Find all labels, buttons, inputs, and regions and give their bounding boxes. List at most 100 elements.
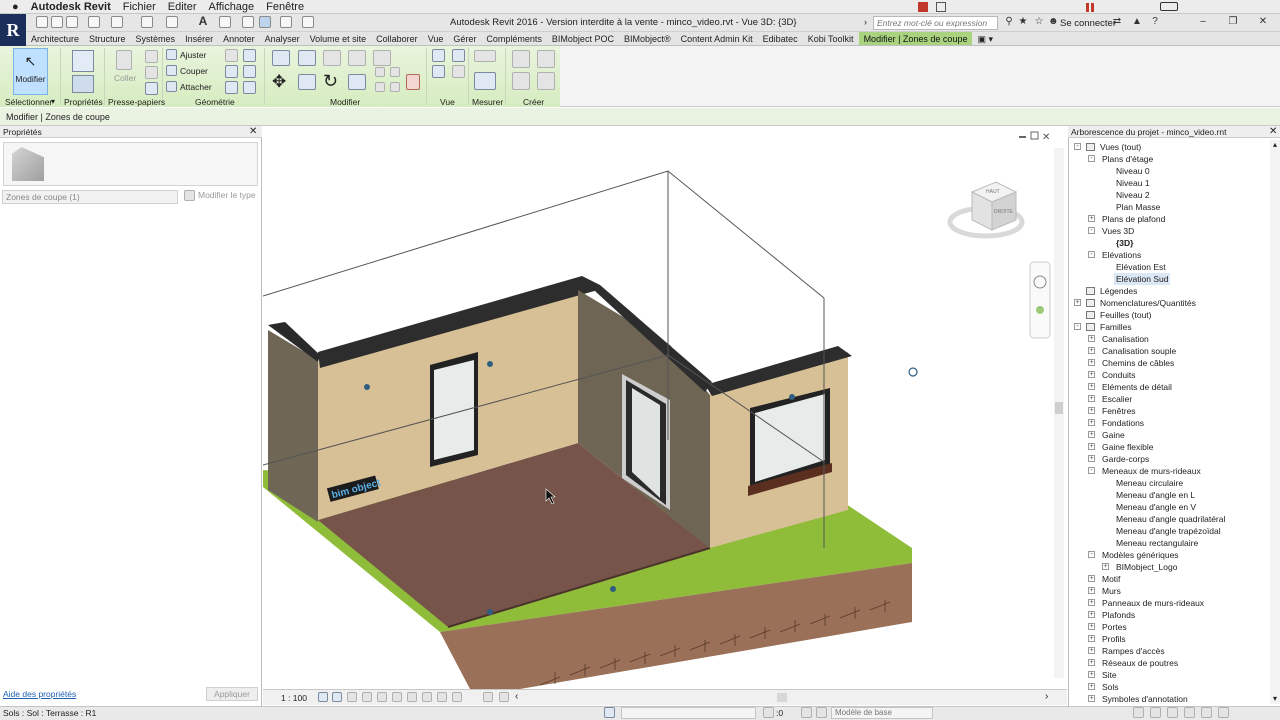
select-underlay-icon[interactable] bbox=[1150, 707, 1161, 718]
tree-item[interactable]: Meneau rectangulaire bbox=[1114, 537, 1200, 549]
tree-item[interactable]: Plafonds bbox=[1100, 609, 1137, 621]
linework-icon[interactable] bbox=[432, 65, 445, 78]
view-close-icon[interactable]: ✕ bbox=[1042, 132, 1050, 143]
menu-fenetre[interactable]: Fenêtre bbox=[266, 1, 304, 13]
tab-kobi-toolkit[interactable]: Kobi Toolkit bbox=[803, 32, 859, 45]
tree-item[interactable]: Symboles d'annotation bbox=[1100, 693, 1190, 704]
create-group-icon[interactable] bbox=[512, 72, 530, 90]
tree-item[interactable]: Garde-corps bbox=[1100, 453, 1151, 465]
tree-item[interactable]: Vues 3D bbox=[1100, 225, 1136, 237]
visual-style-icon[interactable] bbox=[332, 692, 342, 702]
hide-icon[interactable] bbox=[432, 49, 445, 62]
design-options-icon[interactable] bbox=[816, 707, 827, 718]
3d-view-icon[interactable] bbox=[219, 16, 231, 28]
tree-expander-icon[interactable]: + bbox=[1088, 215, 1095, 222]
paste-icon[interactable] bbox=[116, 50, 132, 70]
join-icon[interactable] bbox=[166, 81, 177, 92]
cut-geometry-icon[interactable] bbox=[166, 65, 177, 76]
thin-lines-icon[interactable] bbox=[259, 16, 271, 28]
wall-left-end[interactable] bbox=[268, 330, 318, 522]
editable-only-icon[interactable] bbox=[763, 707, 774, 718]
tab-modifier-zones-de-coupe[interactable]: Modifier | Zones de coupe bbox=[858, 32, 973, 45]
tree-expander-icon[interactable]: + bbox=[1088, 407, 1095, 414]
tree-expander-icon[interactable]: + bbox=[1088, 671, 1095, 678]
tree-item[interactable]: Feuilles (tout) bbox=[1098, 309, 1154, 321]
type-properties-icon[interactable] bbox=[72, 75, 94, 93]
tree-item[interactable]: Meneau d'angle trapézoïdal bbox=[1114, 525, 1223, 537]
tree-expander-icon[interactable]: - bbox=[1088, 251, 1095, 258]
cope-icon[interactable] bbox=[166, 49, 177, 60]
tree-item[interactable]: Elévation Sud bbox=[1114, 273, 1171, 285]
tree-item[interactable]: Meneau d'angle quadrilatéral bbox=[1114, 513, 1227, 525]
tree-expander-icon[interactable]: + bbox=[1088, 431, 1095, 438]
reveal-hidden-icon[interactable] bbox=[422, 692, 432, 702]
modify-button[interactable]: ↖ Modifier bbox=[13, 48, 48, 95]
split-face-icon[interactable] bbox=[243, 49, 256, 62]
scroll-down-icon[interactable]: ▾ bbox=[1270, 694, 1280, 703]
offset-icon[interactable] bbox=[298, 50, 316, 66]
tab-gerer[interactable]: Gérer bbox=[448, 32, 481, 45]
close-properties-icon[interactable]: ✕ bbox=[249, 126, 257, 137]
tree-item[interactable]: Vues (tout) bbox=[1098, 141, 1143, 153]
sun-path-icon[interactable] bbox=[347, 692, 357, 702]
view-scale[interactable]: 1 : 100 bbox=[281, 693, 307, 703]
tree-item[interactable]: Plan Masse bbox=[1114, 201, 1162, 213]
tree-expander-icon[interactable]: + bbox=[1088, 443, 1095, 450]
exchange-icon[interactable]: ⇄ bbox=[1112, 17, 1122, 27]
trim-icon[interactable] bbox=[348, 74, 366, 90]
tree-item[interactable]: Meneaux de murs-rideaux bbox=[1100, 465, 1203, 477]
vertical-scroll-thumb[interactable] bbox=[1055, 402, 1063, 414]
tree-item[interactable]: Gaine flexible bbox=[1100, 441, 1156, 453]
menu-app-name[interactable]: Autodesk Revit bbox=[31, 1, 111, 13]
tree-expander-icon[interactable]: + bbox=[1088, 371, 1095, 378]
3d-viewport[interactable]: bim object HAUT DROITE ✕ bbox=[263, 127, 1067, 689]
tab-vue[interactable]: Vue bbox=[423, 32, 449, 45]
pick-icon[interactable] bbox=[225, 81, 238, 94]
tree-item[interactable]: Escalier bbox=[1100, 393, 1134, 405]
open-icon[interactable] bbox=[36, 16, 48, 28]
tree-item[interactable]: Eléments de détail bbox=[1100, 381, 1174, 393]
undo-icon[interactable] bbox=[88, 16, 100, 28]
tree-expander-icon[interactable]: + bbox=[1088, 383, 1095, 390]
tree-expander-icon[interactable]: + bbox=[1088, 635, 1095, 642]
lock-3d-view-icon[interactable] bbox=[392, 692, 402, 702]
tab-inserer[interactable]: Insérer bbox=[180, 32, 218, 45]
paint-icon[interactable] bbox=[225, 65, 238, 78]
switch-windows-icon[interactable] bbox=[302, 16, 314, 28]
apply-button[interactable]: Appliquer bbox=[206, 687, 258, 701]
view-minimize-icon[interactable] bbox=[1019, 136, 1026, 138]
match-type-icon[interactable] bbox=[145, 82, 158, 95]
minimize-icon[interactable]: – bbox=[1198, 17, 1208, 27]
tree-expander-icon[interactable]: - bbox=[1088, 551, 1095, 558]
instance-selector[interactable]: Zones de coupe (1) bbox=[2, 190, 178, 204]
tree-expander-icon[interactable]: + bbox=[1088, 599, 1095, 606]
similar-icon[interactable] bbox=[537, 72, 555, 90]
create-parts-icon[interactable] bbox=[537, 50, 555, 68]
delete-icon[interactable] bbox=[406, 74, 420, 90]
tab-annoter[interactable]: Annoter bbox=[218, 32, 260, 45]
tree-expander-icon[interactable]: + bbox=[1088, 395, 1095, 402]
zoom-icon[interactable] bbox=[1036, 306, 1044, 314]
edit-type-button[interactable]: Modifier le type bbox=[198, 190, 256, 200]
tree-item[interactable]: Chemins de câbles bbox=[1100, 357, 1176, 369]
tree-item[interactable]: Gaine bbox=[1100, 429, 1127, 441]
pin-tool-icon[interactable] bbox=[243, 81, 256, 94]
tree-item[interactable]: Nomenclatures/Quantités bbox=[1098, 297, 1198, 309]
redo-icon[interactable] bbox=[111, 16, 123, 28]
couper-button[interactable]: Couper bbox=[180, 66, 208, 76]
tree-expander-icon[interactable]: + bbox=[1088, 683, 1095, 690]
cut-icon[interactable] bbox=[145, 50, 158, 63]
tab-architecture[interactable]: Architecture bbox=[26, 32, 84, 45]
battery-icon[interactable] bbox=[1160, 2, 1178, 11]
pin-icon[interactable] bbox=[390, 82, 400, 92]
menu-editer[interactable]: Editer bbox=[168, 1, 197, 13]
wall-joins-icon[interactable] bbox=[225, 49, 238, 62]
apple-icon[interactable]: ● bbox=[12, 1, 19, 13]
close-hidden-icon[interactable] bbox=[280, 16, 292, 28]
tree-item[interactable]: Plans d'étage bbox=[1100, 153, 1155, 165]
scroll-right-icon[interactable]: › bbox=[1045, 691, 1048, 702]
close-browser-icon[interactable]: ✕ bbox=[1269, 126, 1277, 137]
dimension-icon[interactable] bbox=[474, 72, 496, 90]
menu-fichier[interactable]: Fichier bbox=[123, 1, 156, 13]
temporary-hide-icon[interactable] bbox=[407, 692, 417, 702]
